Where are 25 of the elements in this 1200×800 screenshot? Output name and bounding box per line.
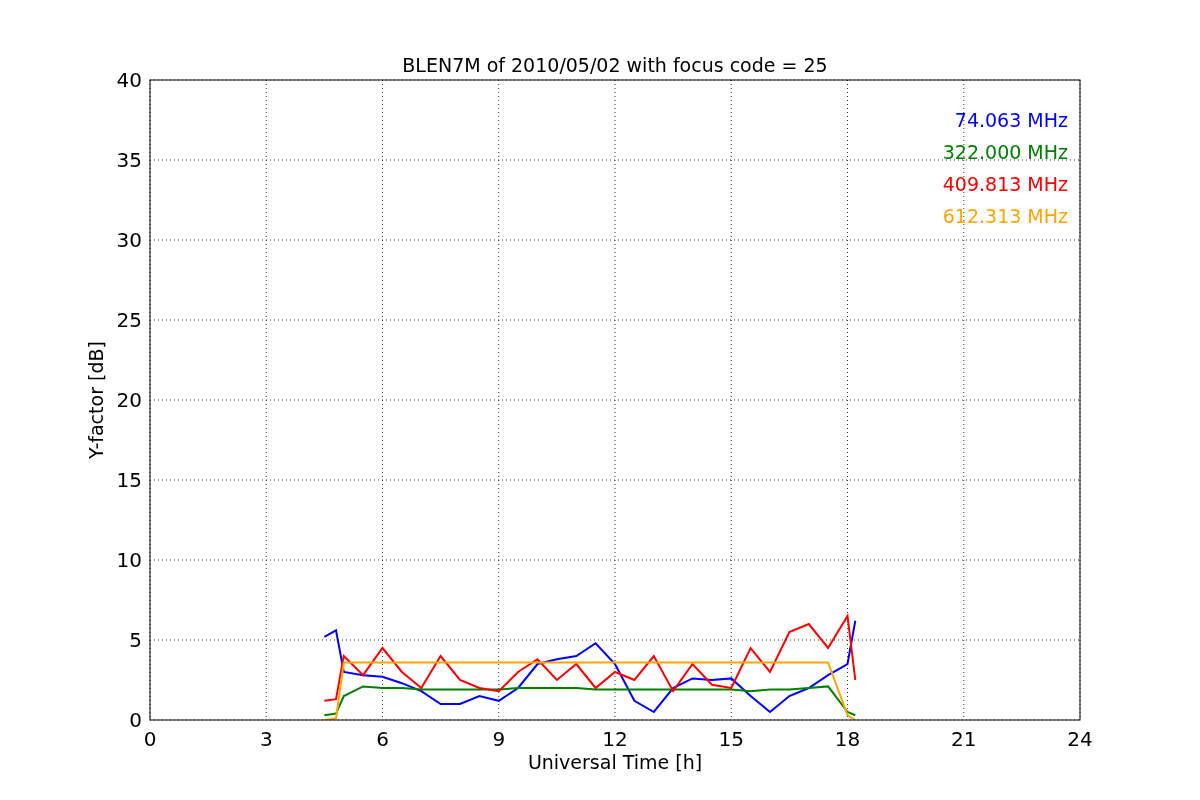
y-tick-label: 35: [116, 148, 142, 172]
x-tick-label: 0: [143, 727, 157, 751]
x-axis-label: Universal Time [h]: [527, 751, 703, 773]
y-tick-label: 15: [116, 468, 142, 492]
legend-label: 74.063 MHz: [954, 109, 1068, 131]
x-tick-label: 12: [602, 727, 628, 751]
y-tick-label: 20: [116, 388, 142, 412]
x-tick-label: 9: [492, 727, 506, 751]
x-tick-label: 6: [376, 727, 389, 751]
legend-label: 322.000 MHz: [942, 141, 1068, 163]
legend-label: 612.313 MHz: [942, 205, 1068, 227]
legend-label: 409.813 MHz: [942, 173, 1068, 195]
y-axis-label: Y-factor [dB]: [85, 341, 107, 459]
y-tick-label: 25: [116, 308, 142, 332]
x-tick-label: 24: [1067, 727, 1093, 751]
y-tick-label: 0: [129, 708, 142, 732]
x-tick-label: 21: [951, 727, 977, 751]
y-tick-label: 10: [116, 548, 142, 572]
y-tick-label: 5: [129, 628, 142, 652]
y-tick-label: 40: [116, 68, 142, 92]
x-tick-label: 15: [718, 727, 744, 751]
x-tick-label: 18: [834, 727, 861, 751]
x-tick-label: 3: [259, 727, 273, 751]
chart-title: BLEN7M of 2010/05/02 with focus code = 25: [402, 54, 828, 76]
y-tick-label: 30: [116, 228, 142, 252]
